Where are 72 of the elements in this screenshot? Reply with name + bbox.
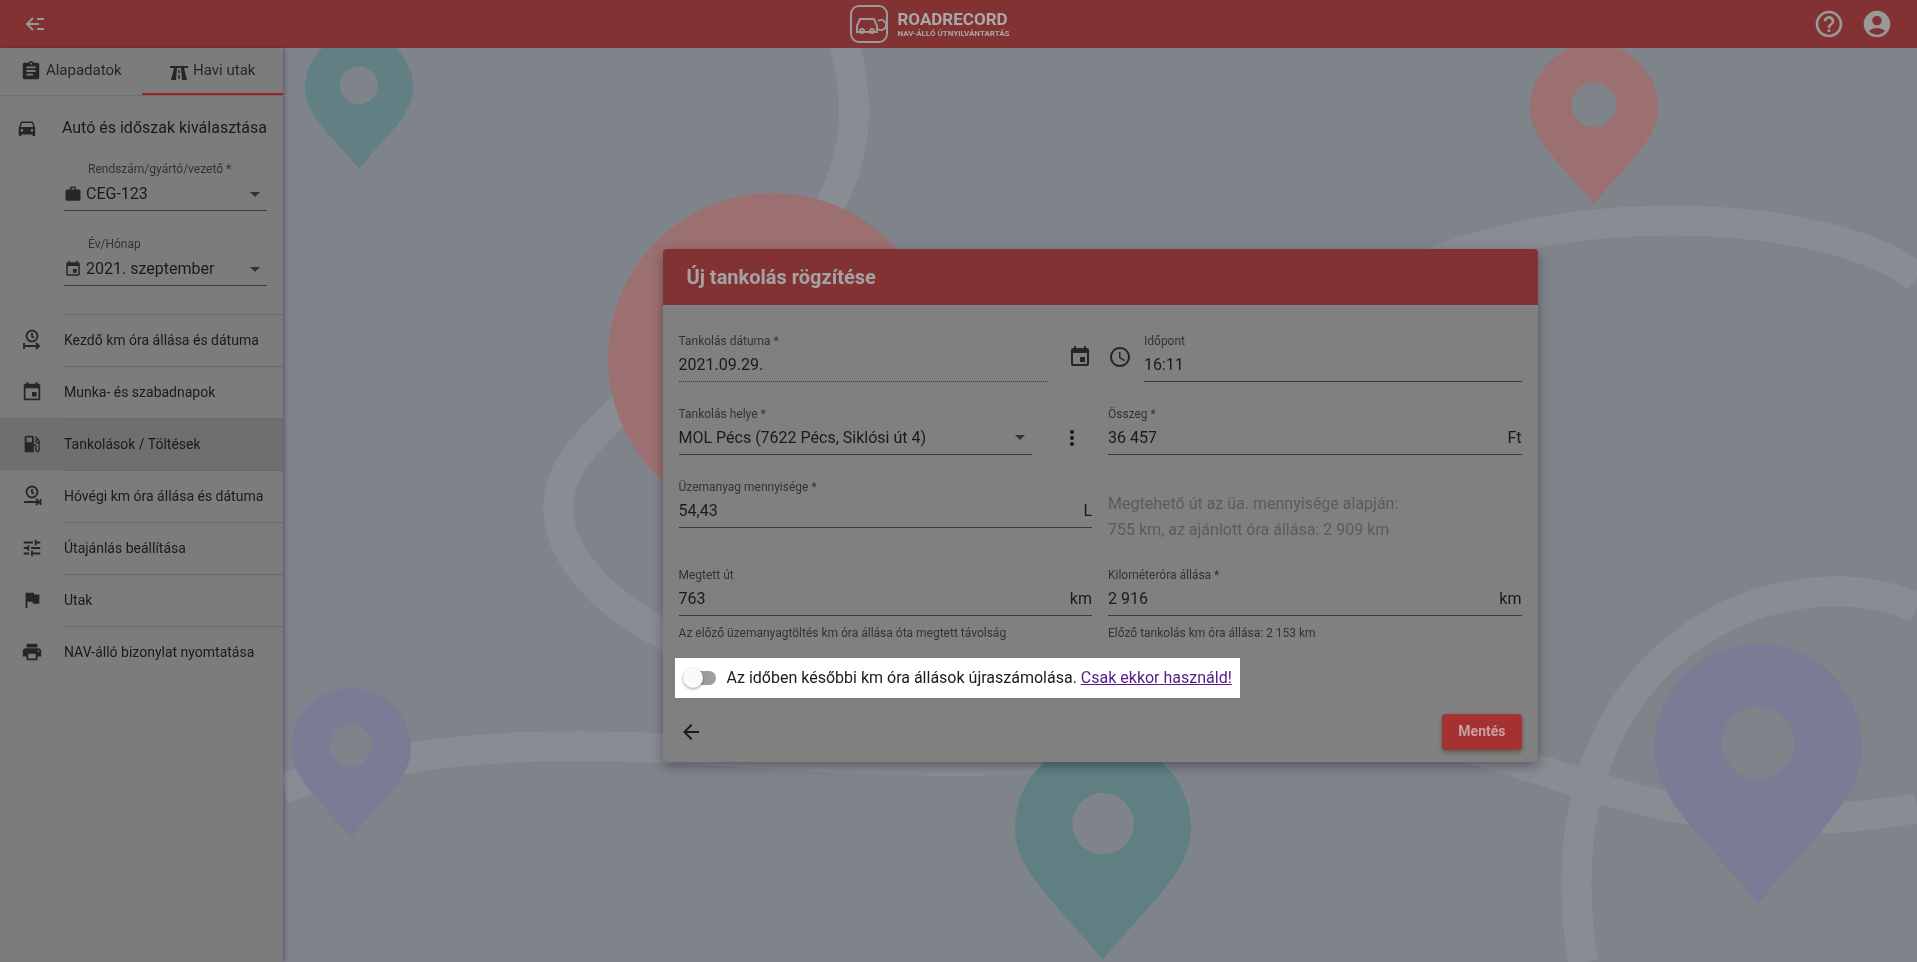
section-title: Autó és időszak kiválasztása [61, 117, 267, 139]
clock-icon [1108, 344, 1132, 369]
field-value: 36 457 [1108, 426, 1157, 449]
dropdown-caret-icon [250, 191, 260, 197]
field-value: MOL Pécs (7622 Pécs, Siklósi út 4) [678, 426, 926, 449]
field-value: 2021.09.29. [678, 353, 764, 376]
unit-suffix: L [1083, 499, 1092, 522]
dropdown-caret-icon [250, 266, 260, 272]
field-value: 763 [678, 587, 706, 610]
nav-item-label: Munka- és szabadnapok [64, 366, 283, 418]
unit-suffix: Ft [1507, 426, 1522, 449]
field-value: 2 916 [1108, 587, 1148, 610]
nav-item-label: Tankolások / Töltések [64, 418, 283, 470]
clock-arrow-icon [22, 329, 42, 351]
helper-text: Előző tankolás km óra állása: 2 153 km [1108, 624, 1317, 642]
field-value: 2021. szeptember [86, 258, 216, 280]
field-label: Rendszám/gyártó/vezető * [87, 161, 233, 178]
field-label: Kilométeróra állása * [1108, 566, 1221, 583]
nav-item[interactable]: NAV-álló bizonylat nyomtatása [0, 626, 283, 678]
select-field[interactable]: Tankolás helye * MOL Pécs (7622 Pécs, Siklósi út 4) [678, 405, 1032, 455]
nav-item-label: NAV-álló bizonylat nyomtatása [64, 626, 283, 678]
warning-link[interactable]: Csak ekkor használd! [1080, 667, 1232, 687]
field-label: Év/Hónap [87, 235, 142, 253]
logo-subtitle: NAV-ÁLLÓ ÚTNYILVÁNTARTÁS [897, 29, 1010, 38]
calendar-icon [21, 381, 43, 403]
field-label: Időpont [1144, 332, 1186, 349]
logo-icon [849, 4, 890, 44]
dialog-title: Új tankolás rögzítése [686, 263, 876, 291]
field-label: Megtett út [678, 566, 735, 583]
save-button[interactable]: Mentés [1442, 713, 1522, 750]
nav-item[interactable]: Útajánlás beállítása [0, 522, 283, 574]
back-to-menu-icon[interactable] [24, 15, 46, 33]
unit-suffix: km [1069, 587, 1092, 610]
field-value: 54,43 [678, 499, 718, 522]
helper-text: Az előző üzemanyagtöltés km óra állása óta megtett távolság [678, 624, 1008, 642]
select-field[interactable]: Év/Hónap 2021. szeptember [64, 235, 267, 286]
input-field[interactable]: Időpont 16:11 [1144, 332, 1522, 382]
nav-item[interactable]: Munka- és szabadnapok [0, 366, 283, 418]
input-field[interactable]: Tankolás dátuma * 2021.09.29. [678, 332, 1048, 382]
field-label: Összeg * [1108, 405, 1157, 422]
calendar-icon [64, 260, 82, 278]
help-icon[interactable] [1813, 8, 1845, 40]
field-label: Tankolás dátuma * [678, 332, 780, 349]
field-value: CEG-123 [86, 183, 149, 205]
calendar-icon[interactable] [1068, 344, 1092, 369]
logo-title: ROADRECORD [897, 10, 1009, 28]
nav-item[interactable]: Tankolások / Töltések [0, 418, 283, 470]
printer-icon [21, 641, 43, 663]
field-label: Üzemanyag mennyisége * [678, 478, 818, 495]
nav-item[interactable]: Kezdő km óra állása és dátuma [0, 314, 283, 366]
account-icon[interactable] [1861, 8, 1893, 40]
tab[interactable]: Alapadatok [0, 48, 142, 95]
input-field[interactable]: Üzemanyag mennyisége * 54,43 L [678, 478, 1092, 528]
unit-suffix: km [1499, 587, 1522, 610]
dropdown-caret-icon [1015, 435, 1025, 440]
nav-item-label: Hóvégi km óra állása és dátuma [64, 470, 283, 522]
input-field[interactable]: Kilométeróra állása * 2 916 km [1108, 566, 1522, 616]
nav-item[interactable]: Hóvégi km óra állása és dátuma [0, 470, 283, 522]
sliders-icon [21, 537, 43, 559]
field-label: Tankolás helye * [678, 405, 767, 422]
nav-item[interactable]: Utak [0, 574, 283, 626]
input-field[interactable]: Megtett út 763 km [678, 566, 1092, 616]
nav-item-label: Útajánlás beállítása [64, 522, 283, 574]
field-value: 16:11 [1144, 353, 1184, 376]
tab[interactable]: Havi utak [141, 48, 283, 95]
toggle-label: Az időben későbbi km óra állások újraszámolása. Csak ekkor használd! [726, 666, 1232, 689]
briefcase-icon [64, 185, 82, 203]
nav-item-label: Kezdő km óra állása és dátuma [64, 314, 283, 366]
select-field[interactable]: Rendszám/gyártó/vezető * CEG-123 [64, 160, 267, 211]
nav-item-label: Utak [64, 574, 283, 626]
clock-arrow-icon [22, 485, 42, 507]
input-field[interactable]: Összeg * 36 457 Ft [1108, 405, 1522, 455]
